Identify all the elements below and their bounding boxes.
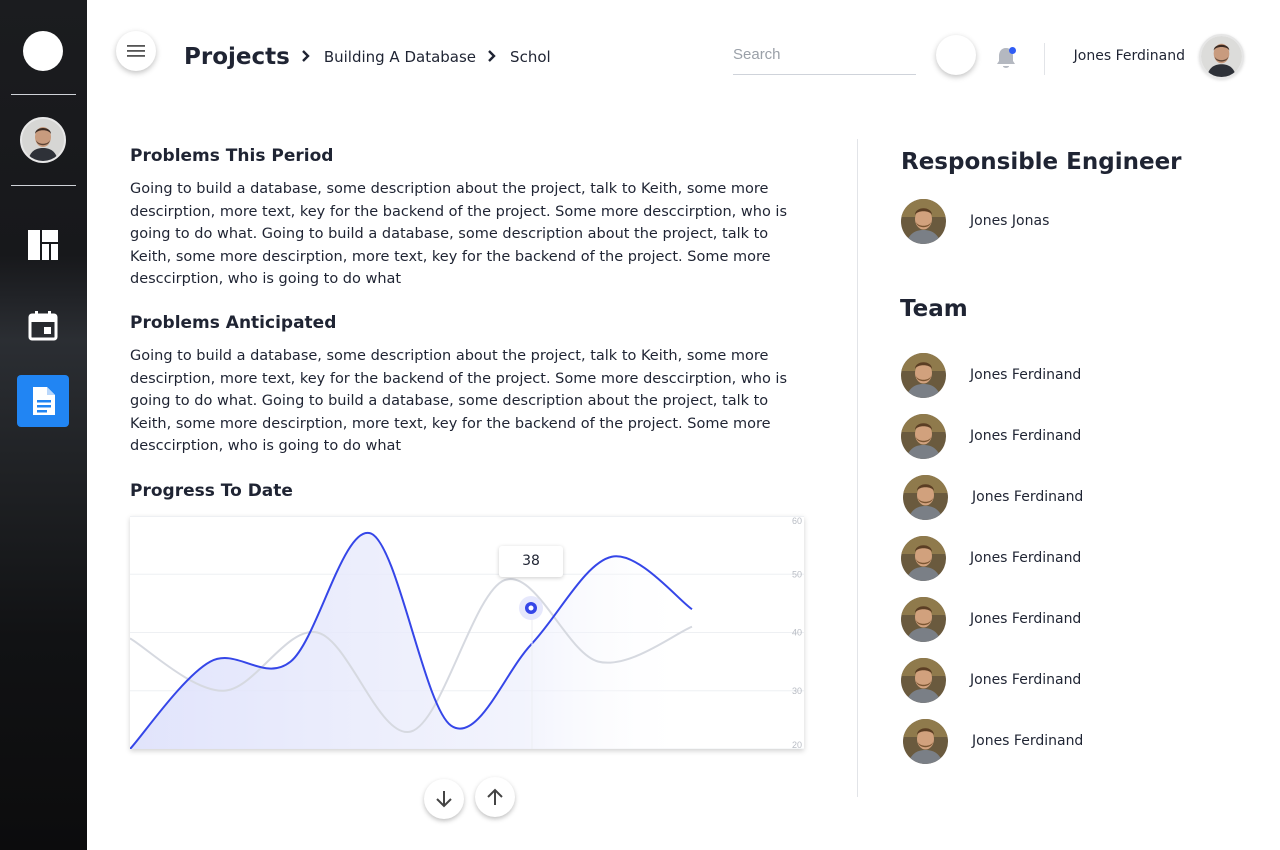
chevron-right-icon (487, 48, 497, 67)
member-name: Jones Ferdinand (972, 733, 1084, 749)
scroll-up-button[interactable] (475, 777, 515, 817)
chart-svg: 60 50 40 30 20 (130, 516, 804, 749)
sidebar-item-documents[interactable] (17, 375, 69, 427)
dashboard-icon (28, 230, 58, 260)
member-name: Jones Ferdinand (970, 428, 1082, 444)
sidebar-item-calendar[interactable] (17, 299, 69, 351)
action-button[interactable] (936, 35, 976, 75)
breadcrumb-building-a-database[interactable]: Building A Database (324, 48, 476, 66)
team-member[interactable]: Jones Ferdinand (901, 352, 1081, 398)
data-point-center (528, 605, 534, 611)
member-name: Jones Ferdinand (970, 672, 1082, 688)
sidebar-divider (11, 185, 76, 186)
section-title: Problems This Period (130, 146, 334, 166)
y-tick-label: 20 (792, 740, 802, 749)
y-tick-label: 60 (792, 516, 802, 526)
avatar (901, 535, 946, 581)
progress-chart: 60 50 40 30 20 (130, 516, 804, 749)
arrow-up-icon (487, 788, 503, 805)
notification-dot (1009, 47, 1016, 54)
member-name: Jones Ferdinand (970, 611, 1082, 627)
sidebar-divider (11, 94, 76, 95)
user-name[interactable]: Jones Ferdinand (1060, 48, 1185, 64)
document-icon (33, 387, 55, 415)
breadcrumb-schol[interactable]: Schol (510, 48, 551, 66)
team-member[interactable]: Jones Ferdinand (903, 474, 1083, 520)
member-name: Jones Ferdinand (970, 367, 1082, 383)
chart-tooltip: 38 (499, 546, 563, 577)
avatar (901, 198, 946, 244)
person-avatar-icon (901, 413, 946, 459)
y-tick-label: 40 (792, 628, 802, 638)
menu-button[interactable] (116, 31, 156, 71)
breadcrumb: Projects Building A Database Schol (184, 40, 551, 74)
y-tick-label: 30 (792, 686, 802, 696)
content-divider (857, 139, 858, 797)
person-avatar-icon (903, 474, 948, 520)
logo[interactable] (23, 31, 63, 71)
calendar-icon (28, 311, 58, 341)
responsible-engineer[interactable]: Jones Jonas (901, 198, 1049, 244)
chevron-right-icon (301, 48, 311, 67)
team-heading: Team (900, 296, 968, 322)
section-body: Going to build a database, some descript… (130, 181, 788, 287)
person-avatar-icon (901, 596, 946, 642)
person-avatar-icon (901, 657, 946, 703)
scroll-down-button[interactable] (424, 779, 464, 819)
responsible-engineer-heading: Responsible Engineer (901, 149, 1182, 175)
sidebar-item-dashboard[interactable] (17, 219, 69, 271)
search-input[interactable] (733, 40, 916, 68)
member-name: Jones Jonas (970, 213, 1050, 229)
avatar (903, 474, 948, 520)
breadcrumb-projects[interactable]: Projects (184, 44, 290, 70)
menu-icon (127, 45, 145, 57)
series-area (130, 532, 692, 749)
section-title: Problems Anticipated (130, 313, 337, 333)
user-avatar[interactable] (1199, 34, 1244, 79)
progress-title: Progress To Date (130, 481, 293, 501)
person-avatar-icon (903, 718, 948, 764)
avatar (903, 718, 948, 764)
search-field (733, 40, 916, 75)
person-avatar-icon (901, 352, 946, 398)
member-name: Jones Ferdinand (970, 550, 1082, 566)
person-avatar-icon (22, 119, 64, 161)
avatar (901, 413, 946, 459)
team-member[interactable]: Jones Ferdinand (901, 596, 1081, 642)
avatar (901, 657, 946, 703)
person-avatar-icon (901, 535, 946, 581)
person-avatar-icon (1201, 36, 1242, 77)
sidebar-avatar[interactable] (20, 117, 66, 163)
team-member[interactable]: Jones Ferdinand (901, 657, 1081, 703)
avatar (901, 352, 946, 398)
y-tick-label: 50 (792, 569, 802, 579)
section-body: Going to build a database, some descript… (130, 348, 788, 454)
team-member[interactable]: Jones Ferdinand (901, 535, 1081, 581)
team-member[interactable]: Jones Ferdinand (903, 718, 1083, 764)
header-divider (1044, 43, 1045, 75)
team-member[interactable]: Jones Ferdinand (901, 413, 1081, 459)
avatar (901, 596, 946, 642)
member-name: Jones Ferdinand (972, 489, 1084, 505)
sidebar (0, 0, 87, 850)
person-avatar-icon (901, 198, 946, 244)
arrow-down-icon (436, 791, 452, 808)
